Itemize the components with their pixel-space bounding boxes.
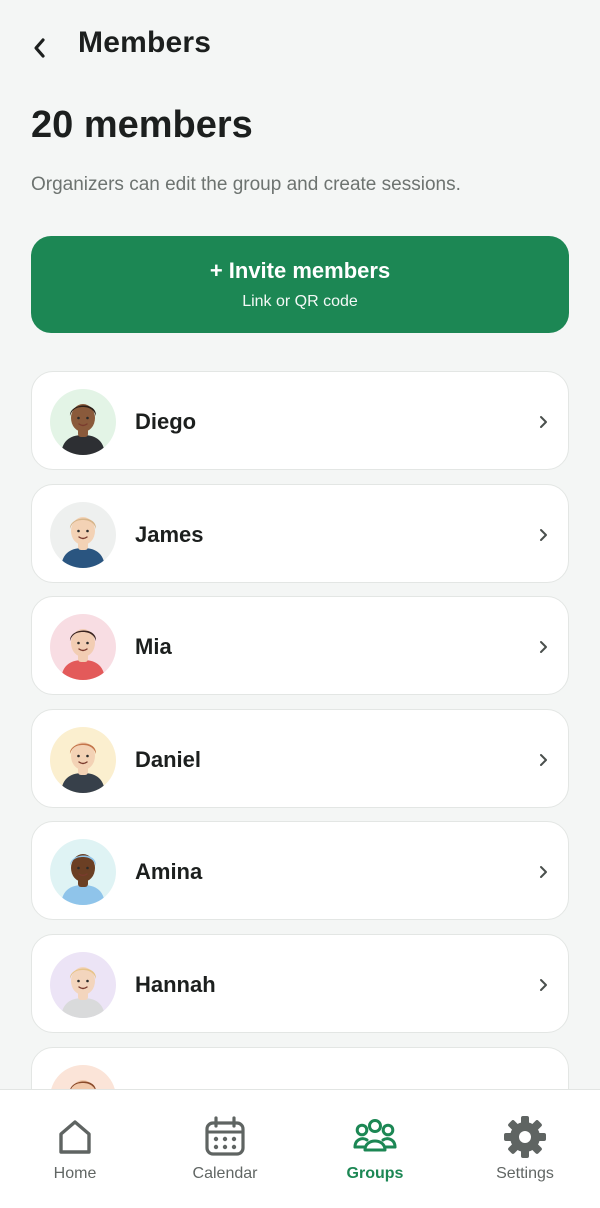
tab-groups-label: Groups bbox=[346, 1165, 404, 1182]
tab-home[interactable]: Home bbox=[0, 1090, 150, 1208]
chevron-right-icon bbox=[540, 978, 547, 991]
tab-calendar-label: Calendar bbox=[192, 1165, 258, 1182]
member-name: James bbox=[135, 521, 204, 547]
tab-settings-label: Settings bbox=[496, 1165, 554, 1182]
member-row[interactable]: Mia bbox=[31, 596, 569, 696]
avatar bbox=[50, 389, 116, 455]
member-row[interactable]: Amina bbox=[31, 821, 569, 921]
invite-members-button[interactable]: + Invite members Link or QR code bbox=[31, 236, 569, 333]
chevron-right-icon bbox=[540, 753, 547, 766]
avatar bbox=[50, 839, 116, 906]
avatar bbox=[50, 501, 116, 568]
member-count-heading: 20 members bbox=[31, 104, 253, 146]
groups-icon bbox=[353, 1119, 397, 1152]
gear-icon bbox=[504, 1116, 546, 1158]
member-list: DiegoJamesMiaDanielAminaHannahEthan bbox=[31, 371, 569, 1159]
invite-button-title: + Invite members bbox=[209, 258, 391, 283]
home-icon bbox=[59, 1120, 91, 1154]
member-name: Daniel bbox=[135, 746, 202, 772]
back-button[interactable] bbox=[26, 32, 54, 64]
avatar bbox=[50, 614, 116, 681]
member-name: Amina bbox=[135, 859, 203, 885]
page-title: Members bbox=[78, 26, 212, 59]
member-row[interactable]: Hannah bbox=[31, 933, 569, 1033]
avatar bbox=[50, 726, 116, 793]
member-name: Mia bbox=[135, 634, 172, 660]
members-screen: Members 20 members Organizers can edit t… bbox=[0, 0, 600, 1208]
member-row[interactable]: James bbox=[31, 483, 569, 583]
tab-settings[interactable]: Settings bbox=[450, 1090, 600, 1208]
member-row[interactable]: Diego bbox=[31, 371, 569, 470]
calendar-icon bbox=[205, 1116, 245, 1156]
member-name: Diego bbox=[135, 409, 197, 434]
invite-button-subtitle: Link or QR code bbox=[242, 293, 358, 310]
chevron-left-icon bbox=[34, 38, 45, 58]
chevron-right-icon bbox=[540, 528, 547, 541]
bottom-tab-bar: Home Calendar Groups Settings bbox=[0, 1089, 600, 1208]
member-name: Hannah bbox=[135, 971, 216, 997]
chevron-right-icon bbox=[540, 641, 547, 654]
organizers-description: Organizers can edit the group and create… bbox=[31, 174, 461, 195]
tab-groups[interactable]: Groups bbox=[300, 1090, 450, 1208]
top-bar: Members bbox=[0, 0, 600, 92]
chevron-right-icon bbox=[540, 416, 547, 428]
avatar bbox=[50, 951, 116, 1018]
member-row[interactable]: Daniel bbox=[31, 708, 569, 808]
tab-calendar[interactable]: Calendar bbox=[150, 1090, 300, 1208]
chevron-right-icon bbox=[540, 866, 547, 879]
tab-home-label: Home bbox=[53, 1165, 97, 1182]
